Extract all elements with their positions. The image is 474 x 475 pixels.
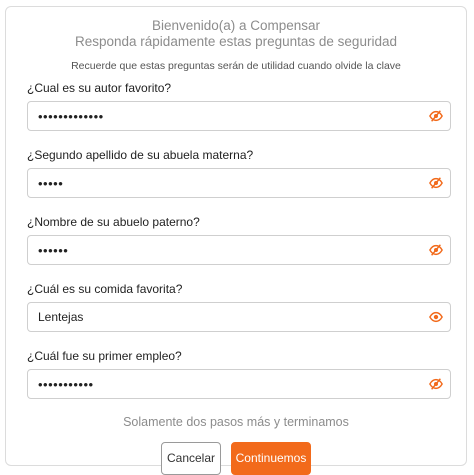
eye-slash-icon[interactable] — [429, 109, 443, 123]
question-grandmother-surname: ¿Segundo apellido de su abuela materna? — [27, 148, 451, 198]
eye-slash-icon[interactable] — [429, 243, 443, 257]
welcome-title: Bienvenido(a) a Compensar — [151, 18, 321, 33]
eye-icon[interactable] — [429, 310, 443, 324]
continue-button[interactable]: Continuemos — [231, 442, 311, 475]
eye-slash-icon[interactable] — [429, 176, 443, 190]
header: Bienvenido(a) a Compensar Responda rápid… — [6, 18, 466, 50]
answer-input-grandmother-surname[interactable] — [28, 169, 408, 197]
answer-field-wrap — [27, 101, 451, 131]
question-label: ¿Cuál fue su primer empleo? — [27, 349, 182, 363]
cancel-button[interactable]: Cancelar — [161, 442, 221, 475]
question-label: ¿Cuál es su comida favorita? — [27, 282, 183, 296]
answer-input-favorite-food[interactable] — [28, 303, 408, 331]
progress-text: Solamente dos pasos más y terminamos — [123, 415, 349, 429]
answer-field-wrap — [27, 369, 451, 399]
security-questions-card: Bienvenido(a) a Compensar Responda rápid… — [5, 6, 467, 475]
question-favorite-food: ¿Cuál es su comida favorita? — [27, 282, 451, 332]
question-label: ¿Nombre de su abuelo paterno? — [27, 215, 200, 229]
answer-input-grandfather-name[interactable] — [28, 236, 408, 264]
eye-slash-icon[interactable] — [429, 377, 443, 391]
question-label: ¿Segundo apellido de su abuela materna? — [27, 148, 254, 162]
answer-input-first-job[interactable] — [28, 370, 408, 398]
answer-field-wrap — [27, 302, 451, 332]
answer-field-wrap — [27, 235, 451, 265]
answer-field-wrap — [27, 168, 451, 198]
question-label: ¿Cual es su autor favorito? — [27, 81, 172, 95]
question-favorite-author: ¿Cual es su autor favorito? — [27, 81, 451, 131]
action-buttons: Cancelar Continuemos — [6, 442, 466, 475]
answer-input-favorite-author[interactable] — [28, 102, 408, 130]
question-first-job: ¿Cuál fue su primer empleo? — [27, 349, 451, 399]
question-grandfather-name: ¿Nombre de su abuelo paterno? — [27, 215, 451, 265]
questions-list: ¿Cual es su autor favorito? ¿Segundo ape… — [6, 81, 466, 399]
page-subtitle: Responda rápidamente estas preguntas de … — [75, 34, 397, 49]
hint-text: Recuerde que estas preguntas serán de ut… — [71, 60, 401, 72]
